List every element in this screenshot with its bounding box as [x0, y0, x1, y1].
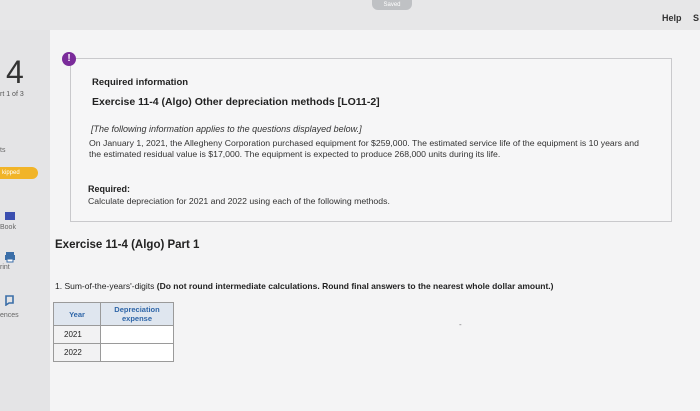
table-row: 2021	[53, 325, 174, 344]
required-text: Calculate depreciation for 2021 and 2022…	[88, 196, 390, 206]
saved-indicator: Saved	[372, 0, 412, 10]
help-link[interactable]: Help	[662, 13, 682, 23]
submit-link-partial[interactable]: S	[693, 13, 699, 23]
sidebar-item-points: ts	[0, 147, 6, 154]
top-bar: Saved Help S	[0, 0, 700, 30]
info-body: On January 1, 2021, the Allegheny Corpor…	[89, 138, 639, 159]
depreciation-cell	[100, 325, 174, 344]
question-text: 1. Sum-of-the-years'-digits (Do not roun…	[55, 281, 554, 291]
table-row: 2022	[53, 343, 174, 362]
question-number: 4	[6, 54, 24, 90]
part-indicator: rt 1 of 3	[0, 91, 24, 98]
info-heading: Required information	[92, 77, 189, 88]
year-cell: 2022	[53, 343, 101, 362]
column-header-depreciation: Depreciation expense	[100, 302, 174, 326]
depreciation-input-2021[interactable]	[101, 327, 173, 342]
depreciation-input-2022[interactable]	[101, 345, 173, 360]
print-icon[interactable]	[4, 251, 16, 263]
sidebar-item-ebook[interactable]: Book	[0, 224, 16, 231]
alert-icon: !	[62, 52, 76, 66]
exercise-title: Exercise 11-4 (Algo) Other depreciation …	[92, 96, 380, 108]
question-main: 1. Sum-of-the-years'-digits	[55, 281, 157, 291]
required-label: Required:	[88, 184, 131, 194]
sidebar-item-references[interactable]: ences	[0, 312, 19, 319]
references-icon[interactable]	[4, 294, 16, 306]
table-header-row: Year Depreciation expense	[53, 302, 174, 326]
info-note: [The following information applies to th…	[91, 124, 362, 134]
depreciation-cell	[100, 343, 174, 362]
question-instructions: (Do not round intermediate calculations.…	[156, 281, 554, 291]
stray-dash: -	[459, 320, 462, 329]
year-cell: 2021	[53, 325, 101, 344]
sidebar-item-print[interactable]: rint	[0, 264, 10, 271]
column-header-year: Year	[53, 302, 101, 326]
depreciation-table: Year Depreciation expense 2021 2022	[53, 302, 174, 362]
skipped-badge: kipped	[0, 167, 38, 179]
part-title: Exercise 11-4 (Algo) Part 1	[55, 239, 200, 251]
ebook-icon[interactable]	[4, 210, 16, 222]
